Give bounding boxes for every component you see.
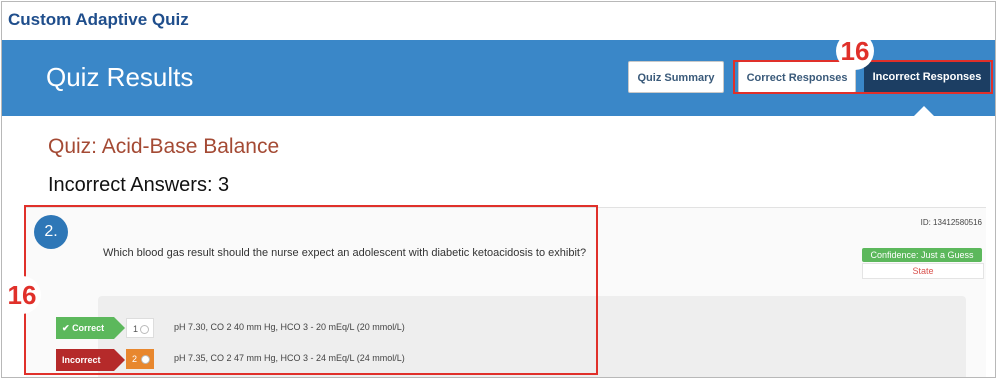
highlight-box-question [24,205,598,375]
callout-badge-left: 16 [3,276,41,314]
state-label: State [862,263,984,279]
confidence-badge: Confidence: Just a Guess [862,248,982,262]
active-tab-caret [914,106,934,116]
callout-badge-top: 16 [836,32,874,70]
incorrect-answers-heading: Incorrect Answers: 3 [48,174,230,196]
page-title: Quiz Results [46,62,194,92]
quiz-summary-button[interactable]: Quiz Summary [628,61,724,93]
question-id: ID: 13412580516 [920,218,982,227]
app-title: Custom Adaptive Quiz [8,10,189,29]
quiz-name: Quiz: Acid-Base Balance [48,135,280,158]
screenshot-frame: Custom Adaptive Quiz Quiz Results Quiz S… [1,1,996,378]
